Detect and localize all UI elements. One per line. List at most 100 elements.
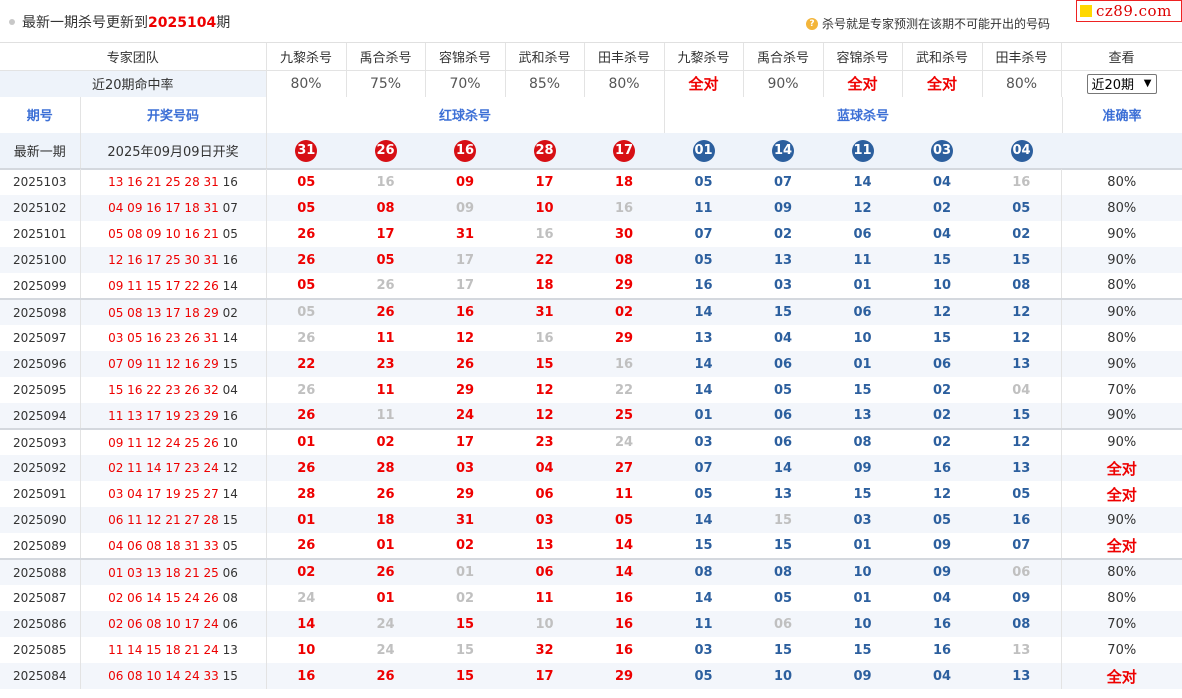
- red-kill-number: 16: [584, 611, 664, 637]
- accuracy-value: 90%: [1060, 298, 1182, 325]
- blue-kill-number: 02: [902, 428, 982, 455]
- red-kill-number: 26: [376, 486, 395, 502]
- draw-numbers: 09 11 12 24 25 26 10: [80, 428, 267, 455]
- red-kill-number: 26: [376, 278, 395, 293]
- table-row: 2025090 06 11 12 21 27 28 15 01 18 31 03 05 14 1…: [0, 507, 1182, 533]
- history-table: 2025103 13 16 21 25 28 31 16 05 16 09 17 18 05 0…: [0, 169, 1182, 689]
- view-label: 查看: [1061, 43, 1182, 71]
- expert-rate: 90%: [743, 70, 824, 98]
- bullet-icon: [9, 19, 15, 25]
- latest-blue-kill: 11: [823, 133, 902, 170]
- accuracy-value: 全对: [1060, 455, 1182, 481]
- issue-number: 2025102: [0, 195, 81, 221]
- red-kill-number: 22: [614, 382, 634, 398]
- table-row: 2025088 01 03 13 18 21 25 06 02 26 01 06 14 08 0…: [0, 558, 1182, 585]
- red-kill-number: 29: [614, 278, 634, 293]
- table-row: 2025085 11 14 15 18 21 24 13 10 24 15 32 16 03 1…: [0, 637, 1182, 663]
- blue-kill-number: 06: [853, 226, 872, 242]
- section-header: 期号 开奖号码 红球杀号 蓝球杀号 准确率: [0, 97, 1182, 134]
- expert-rate: 70%: [425, 70, 506, 98]
- expert-name: 武和杀号: [505, 43, 585, 71]
- draw-blue-number: 05: [222, 227, 238, 241]
- issue-number: 2025092: [0, 455, 81, 481]
- red-kill-number: 29: [584, 663, 664, 689]
- red-kill-number: 24: [584, 428, 664, 455]
- blue-kill-number: 13: [694, 330, 713, 346]
- table-row: 2025100 12 16 17 25 30 31 16 26 05 17 22 08 05 1…: [0, 247, 1182, 273]
- latest-red-kill: 17: [584, 133, 664, 170]
- blue-kill-number: 07: [664, 455, 743, 481]
- blue-kill-number: 05: [664, 247, 743, 273]
- red-kill-number: 17: [425, 247, 505, 273]
- blue-kill-number: 05: [694, 174, 713, 190]
- latest-red-kill: 31: [266, 133, 346, 170]
- latest-issue-number: 2025104: [148, 15, 217, 31]
- blue-ball: 14: [772, 139, 794, 162]
- blue-kill-number: 13: [982, 637, 1062, 663]
- red-kill-number: 25: [584, 403, 664, 429]
- red-kill-number: 02: [266, 558, 346, 585]
- logo-square-icon: [1080, 5, 1092, 17]
- expert-name: 禹合杀号: [346, 43, 426, 71]
- issue-number: 2025093: [0, 428, 81, 455]
- blue-kill-number: 06: [823, 298, 902, 325]
- site-logo[interactable]: cz89.com: [1076, 0, 1182, 22]
- draw-blue-number: 06: [222, 617, 238, 631]
- red-kill-number: 14: [614, 538, 634, 553]
- red-kill-number: 31: [505, 298, 584, 325]
- period-select[interactable]: 近20期 ▼: [1086, 73, 1157, 94]
- blue-ball: 04: [1010, 139, 1033, 162]
- red-kill-number: 16: [614, 590, 634, 606]
- red-kill-number: 17: [505, 663, 584, 689]
- issue-number: 2025085: [0, 637, 81, 663]
- draw-red-numbers: 15 16 22 23 26 32: [108, 383, 219, 397]
- latest-red-kill: 16: [425, 133, 505, 170]
- expert-rate: 全对: [902, 70, 983, 98]
- blue-kill-number: 15: [773, 538, 793, 553]
- accuracy-value: 90%: [1060, 351, 1182, 377]
- blue-kill-number: 09: [823, 455, 902, 481]
- red-kill-number: 32: [535, 642, 554, 658]
- draw-blue-number: 12: [222, 461, 238, 475]
- red-kill-number: 16: [614, 642, 634, 658]
- expert-name: 禹合杀号: [743, 43, 824, 71]
- draw-red-numbers: 11 13 17 19 23 29: [108, 408, 219, 423]
- red-kill-number: 26: [346, 298, 425, 325]
- draw-numbers: 04 09 16 17 18 31 07: [80, 195, 267, 221]
- draw-red-numbers: 05 08 09 10 16 21: [108, 227, 219, 241]
- accuracy-value: 90%: [1060, 428, 1182, 455]
- draw-red-numbers: 06 11 12 21 27 28: [108, 513, 219, 527]
- draw-numbers: 07 09 11 12 16 29 15: [80, 351, 267, 377]
- chevron-down-icon: ▼: [1143, 78, 1152, 89]
- blue-kill-number: 14: [743, 455, 823, 481]
- blue-kill-number: 10: [823, 611, 902, 637]
- draw-red-numbers: 02 06 14 15 24 26: [108, 591, 219, 605]
- table-row: 2025091 03 04 17 19 25 27 14 28 26 29 06 11 05 1…: [0, 481, 1182, 507]
- blue-kill-number: 13: [823, 403, 902, 429]
- blue-kill-number: 07: [694, 226, 713, 242]
- blue-kill-number: 14: [694, 382, 713, 398]
- red-kill-number: 26: [346, 663, 425, 689]
- issue-number: 2025098: [0, 298, 81, 325]
- blue-kill-number: 05: [664, 663, 743, 689]
- red-kill-number: 26: [297, 538, 316, 553]
- blue-kill-number: 03: [694, 642, 713, 658]
- red-kill-number: 17: [376, 226, 395, 242]
- red-kill-number: 01: [266, 507, 346, 533]
- draw-red-numbers: 03 04 17 19 25 27: [108, 487, 219, 501]
- rate-label: 近20期命中率: [0, 70, 267, 98]
- blue-kill-number: 12: [982, 428, 1062, 455]
- draw-red-numbers: 02 06 08 10 17 24: [108, 617, 219, 631]
- blue-kill-number: 13: [982, 351, 1062, 377]
- red-kill-number: 14: [266, 611, 346, 637]
- draw-red-numbers: 02 11 14 17 23 24: [108, 461, 219, 475]
- blue-kill-number: 08: [982, 273, 1062, 299]
- red-kill-number: 15: [425, 611, 505, 637]
- draw-red-numbers: 05 08 13 17 18 29: [108, 305, 219, 320]
- draw-blue-number: 15: [222, 513, 238, 527]
- period-select-cell: 近20期 ▼: [1061, 70, 1182, 98]
- draw-red-numbers: 03 05 16 23 26 31: [108, 331, 219, 345]
- expert-name: 九黎杀号: [664, 43, 744, 71]
- issue-number: 2025084: [0, 663, 81, 689]
- red-kill-number: 01: [425, 558, 505, 585]
